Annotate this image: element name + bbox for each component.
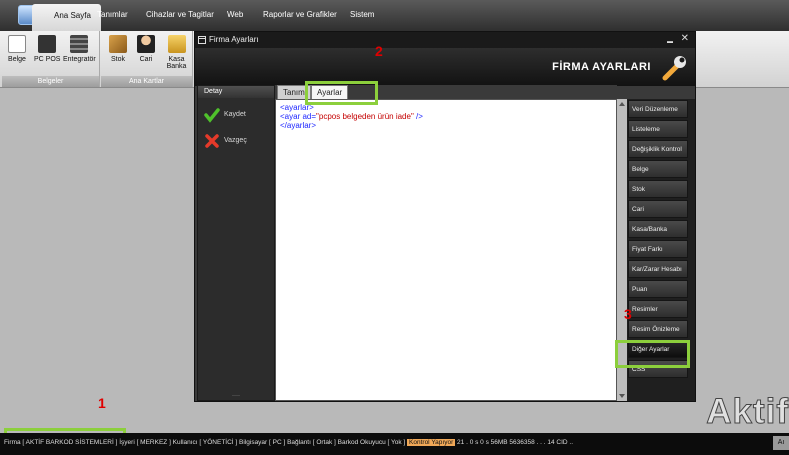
header-title: FİRMA AYARLARI xyxy=(552,61,651,73)
person-icon xyxy=(137,35,155,53)
tab-sistem[interactable]: Sistem xyxy=(350,10,374,19)
annotation-3: 3 xyxy=(624,306,632,322)
server-icon xyxy=(70,35,89,53)
cari-button[interactable]: Cari xyxy=(137,35,155,63)
close-button[interactable]: ✕ xyxy=(681,34,689,44)
category-stok[interactable]: Stok xyxy=(628,180,688,198)
annotation-1: 1 xyxy=(98,395,106,411)
scroll-down-icon[interactable] xyxy=(619,394,625,398)
category-listeleme[interactable]: Listeleme xyxy=(628,120,688,138)
status-details: İşyeri [ MERKEZ ] Kullanıcı [ YÖNETİCİ ]… xyxy=(119,439,406,446)
window-icon xyxy=(198,36,206,44)
stok-button[interactable]: Stok xyxy=(109,35,127,63)
document-icon xyxy=(8,35,26,53)
category-veri-duzenleme[interactable]: Veri Düzenleme xyxy=(628,100,688,118)
status-metrics: 21 . 0 s 0 s 56MB 5636358 . . . 14 CID .… xyxy=(457,439,574,446)
tab-web[interactable]: Web xyxy=(227,10,243,19)
status-bar: Firma [ AKTİF BARKOD SİSTEMLERİ ] İşyeri… xyxy=(0,433,789,455)
xml-editor[interactable]: <ayarlar> <ayar ad="pcpos belgeden ürün … xyxy=(275,99,617,401)
highlight-ayarlar-tab xyxy=(305,81,378,105)
status-text: Firma [ AKTİF BARKOD SİSTEMLERİ ] İşyeri… xyxy=(4,439,573,446)
scroll-up-icon[interactable] xyxy=(619,102,625,106)
tool-label: PC POS xyxy=(34,56,61,63)
group-caption: Ana Kartlar xyxy=(101,76,192,87)
category-kasa-banka[interactable]: Kasa/Banka xyxy=(628,220,688,238)
dialog-title: Firma Ayarları xyxy=(209,35,259,44)
safe-icon xyxy=(167,35,186,53)
category-belge[interactable]: Belge xyxy=(628,160,688,178)
minimize-button[interactable]: ▬ xyxy=(667,37,673,47)
ribbon-group-belgeler: Belge PC POS Entegratör Belgeler xyxy=(2,31,100,87)
code-line-2: <ayar ad="pcpos belgeden ürün iade" /> xyxy=(280,112,612,121)
code-tag-end: /> xyxy=(413,112,423,121)
status-warning-badge: Kontrol Yapıyor xyxy=(407,439,456,446)
category-puan[interactable]: Puan xyxy=(628,280,688,298)
tab-label: Ana Sayfa xyxy=(54,11,91,20)
tab-ana-sayfa[interactable]: Ana Sayfa xyxy=(32,4,101,31)
dialog-titlebar[interactable]: Firma Ayarları ▬ ✕ xyxy=(195,32,695,48)
panel-grip[interactable]: ···· xyxy=(198,393,274,400)
pos-terminal-icon xyxy=(38,35,57,53)
kaydet-button[interactable]: Kaydet xyxy=(204,106,246,124)
belge-button[interactable]: Belge xyxy=(8,35,26,63)
status-corner-button[interactable]: Aı xyxy=(773,436,789,450)
category-resimler[interactable]: Resimler xyxy=(628,300,688,318)
panel-title: Detay xyxy=(198,86,274,98)
category-resim-onizleme[interactable]: Resim Önizleme xyxy=(628,320,688,338)
tool-label: Cari xyxy=(139,56,153,63)
detay-panel: Detay Kaydet Vazgeç ···· xyxy=(197,85,275,401)
action-label: Kaydet xyxy=(224,111,246,118)
pc-pos-button[interactable]: PC POS xyxy=(34,35,60,63)
tab-cihazlar[interactable]: Cihazlar ve Tagitlar xyxy=(146,10,214,19)
boxes-icon xyxy=(109,35,127,53)
tool-label: Belge xyxy=(8,56,26,63)
status-firma[interactable]: Firma [ AKTİF BARKOD SİSTEMLERİ ] xyxy=(4,439,117,446)
tool-label: Kasa Banka xyxy=(166,56,187,70)
code-tag: <ayar ad= xyxy=(280,112,317,121)
action-label: Vazgeç xyxy=(224,137,247,144)
group-caption: Belgeler xyxy=(2,76,99,87)
code-line-3: </ayarlar> xyxy=(280,121,317,130)
kasa-banka-button[interactable]: Kasa Banka xyxy=(161,35,192,70)
category-kar-zarar[interactable]: Kar/Zarar Hesabı xyxy=(628,260,688,278)
vazgec-button[interactable]: Vazgeç xyxy=(204,132,247,150)
category-cari[interactable]: Cari xyxy=(628,200,688,218)
entegrator-button[interactable]: Entegratör xyxy=(63,35,96,63)
tab-raporlar[interactable]: Raporlar ve Grafikler xyxy=(263,10,337,19)
annotation-2: 2 xyxy=(375,43,383,59)
tool-label: Entegratör xyxy=(63,56,96,63)
category-fiyat-farki[interactable]: Fiyat Farkı xyxy=(628,240,688,258)
tab-tanimlar[interactable]: Tanımlar xyxy=(97,10,128,19)
highlight-diger-ayarlar xyxy=(615,340,690,368)
menu-bar: Ana Sayfa Tanımlar Cihazlar ve Tagitlar … xyxy=(0,0,789,31)
category-degisiklik[interactable]: Değişiklik Kontrol xyxy=(628,140,688,158)
wrench-icon xyxy=(662,56,686,81)
dialog-header: FİRMA AYARLARI xyxy=(195,48,695,86)
ribbon-group-ana-kartlar: Stok Cari Kasa Banka Ana Kartlar xyxy=(101,31,193,87)
brand-logo: Aktif xyxy=(706,392,789,432)
code-string: "pcpos belgeden ürün iade" xyxy=(316,112,414,121)
tool-label: Stok xyxy=(110,56,125,63)
cancel-x-icon xyxy=(205,134,219,148)
checkmark-icon xyxy=(204,108,220,123)
